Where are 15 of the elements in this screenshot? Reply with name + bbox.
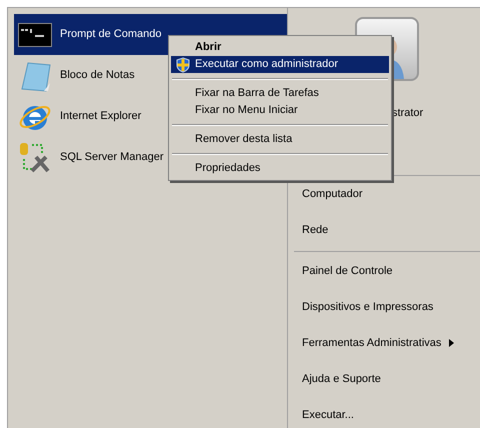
place-item[interactable]: Dispositivos e Impressoras (288, 289, 480, 325)
console-icon (18, 22, 52, 46)
menu-item[interactable]: Fixar na Barra de Tarefas (171, 85, 389, 102)
database-tools-icon (18, 140, 52, 174)
place-item[interactable]: Executar... (288, 397, 480, 428)
submenu-arrow-icon (449, 339, 454, 347)
place-item[interactable]: Rede (288, 212, 480, 248)
menu-item[interactable]: Fixar no Menu Iniciar (171, 102, 389, 119)
shield-icon (175, 57, 191, 73)
menu-item[interactable]: Remover desta lista (171, 131, 389, 148)
place-item[interactable]: Painel de Controle (288, 253, 480, 289)
place-item[interactable]: Ferramentas Administrativas (288, 325, 480, 361)
place-item[interactable]: Ajuda e Suporte (288, 361, 480, 397)
menu-item[interactable]: Propriedades (171, 160, 389, 177)
menu-item[interactable]: Executar como administrador (171, 56, 389, 73)
